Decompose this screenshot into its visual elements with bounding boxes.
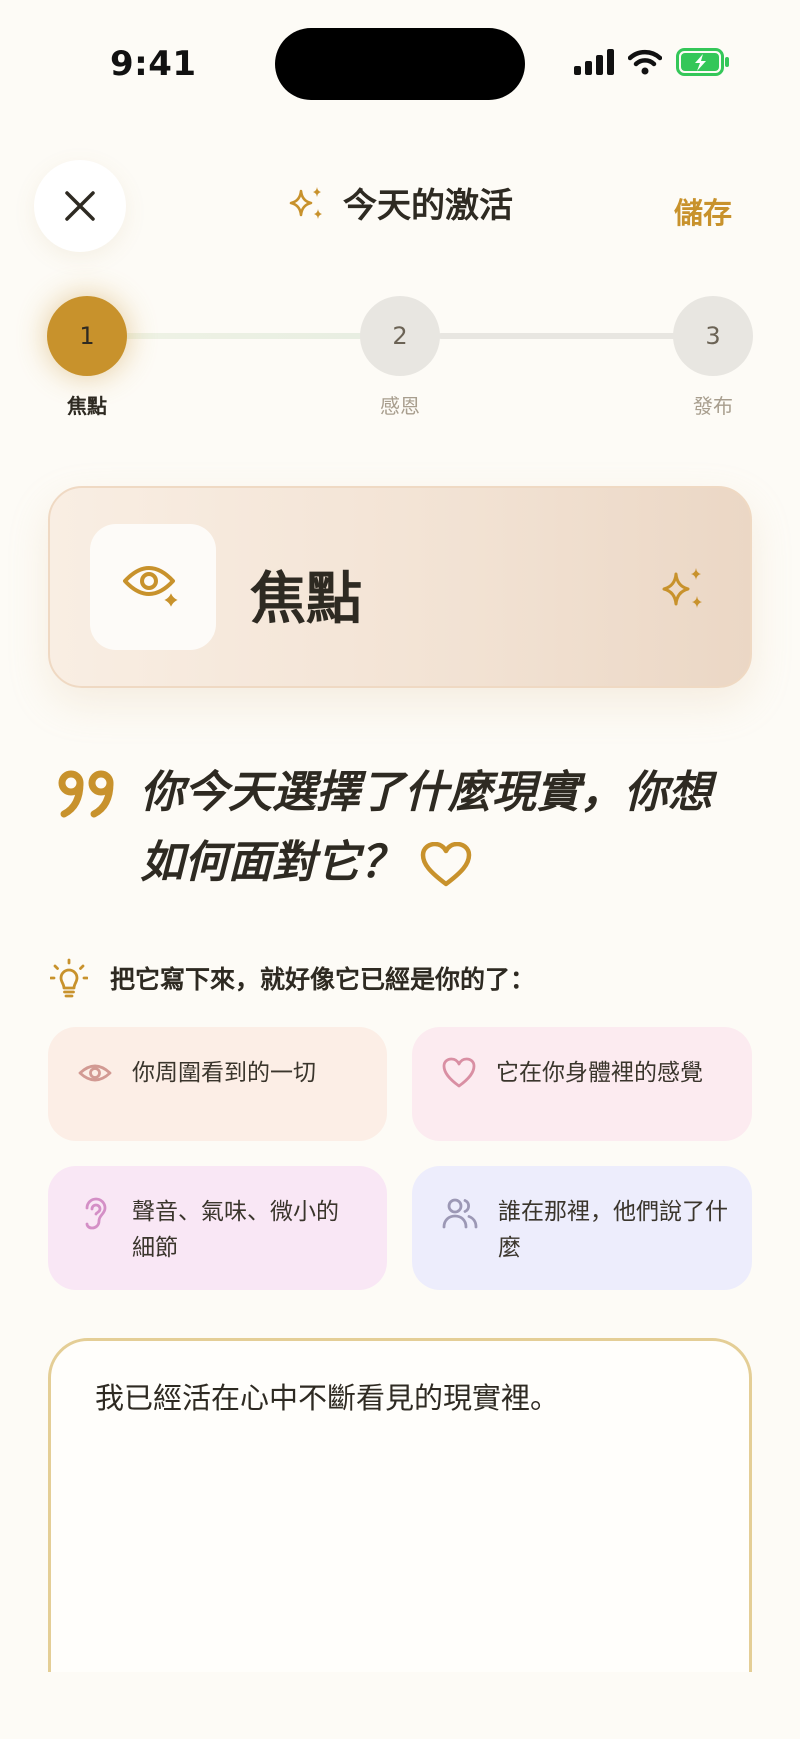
step-label: 發布	[693, 394, 733, 418]
status-icons	[574, 48, 730, 76]
eye-sparkle-icon	[123, 566, 182, 612]
page-title: 今天的激活	[343, 186, 513, 226]
focus-title: 焦點	[250, 567, 362, 632]
save-button[interactable]: 儲存	[674, 190, 732, 232]
status-bar: 9:41	[0, 0, 800, 130]
prompt-chip-body-feeling[interactable]: 它在你身體裡的感覺	[412, 1027, 752, 1141]
step-gratitude[interactable]: 2 感恩	[360, 296, 440, 419]
signal-icon	[574, 49, 614, 75]
step-label: 焦點	[67, 394, 107, 418]
wifi-icon	[628, 49, 662, 75]
journal-text: 我已經活在心中不斷看見的現實裡。	[95, 1381, 560, 1415]
step-publish[interactable]: 3 發布	[673, 296, 753, 419]
status-time: 9:41	[110, 44, 197, 84]
chip-label: 你周圍看到的一切	[132, 1060, 316, 1086]
chip-label: 誰在那裡，他們說了什麼	[498, 1199, 728, 1261]
progress-stepper: 1 焦點 2 感恩 3 發布	[0, 296, 800, 426]
hint-text: 把它寫下來，就好像它已經是你的了：	[110, 965, 536, 994]
step-focus[interactable]: 1 焦點	[47, 296, 127, 419]
step-connector	[124, 333, 364, 339]
step-label: 感恩	[380, 394, 420, 418]
step-number: 1	[47, 296, 127, 376]
step-connector	[438, 333, 676, 339]
bottom-mask	[0, 1672, 800, 1739]
chip-label: 它在你身體裡的感覺	[496, 1060, 703, 1086]
heart-icon	[442, 1057, 476, 1088]
step-number: 2	[360, 296, 440, 376]
chip-label: 聲音、氣味、微小的細節	[132, 1199, 339, 1261]
sparkles-icon	[662, 568, 702, 608]
prompt-chip-people[interactable]: 誰在那裡，他們說了什麼	[412, 1166, 752, 1290]
heart-icon	[420, 842, 472, 887]
users-icon	[442, 1198, 478, 1229]
prompt-chip-surroundings[interactable]: 你周圍看到的一切	[48, 1027, 387, 1141]
lightbulb-icon	[50, 958, 88, 998]
focus-card: 焦點	[48, 486, 752, 688]
dynamic-island	[275, 28, 525, 100]
hint-row: 把它寫下來，就好像它已經是你的了：	[50, 958, 535, 998]
battery-icon	[676, 48, 729, 76]
step-number: 3	[673, 296, 753, 376]
sparkles-icon	[289, 186, 322, 219]
eye-icon	[78, 1064, 112, 1082]
focus-icon-box	[90, 524, 216, 650]
ear-icon	[85, 1197, 107, 1230]
prompt-chip-sensory-details[interactable]: 聲音、氣味、微小的細節	[48, 1166, 387, 1290]
quote-icon	[58, 770, 114, 818]
prompt-question: 你今天選擇了什麼現實，你想如何面對它？	[140, 758, 750, 898]
